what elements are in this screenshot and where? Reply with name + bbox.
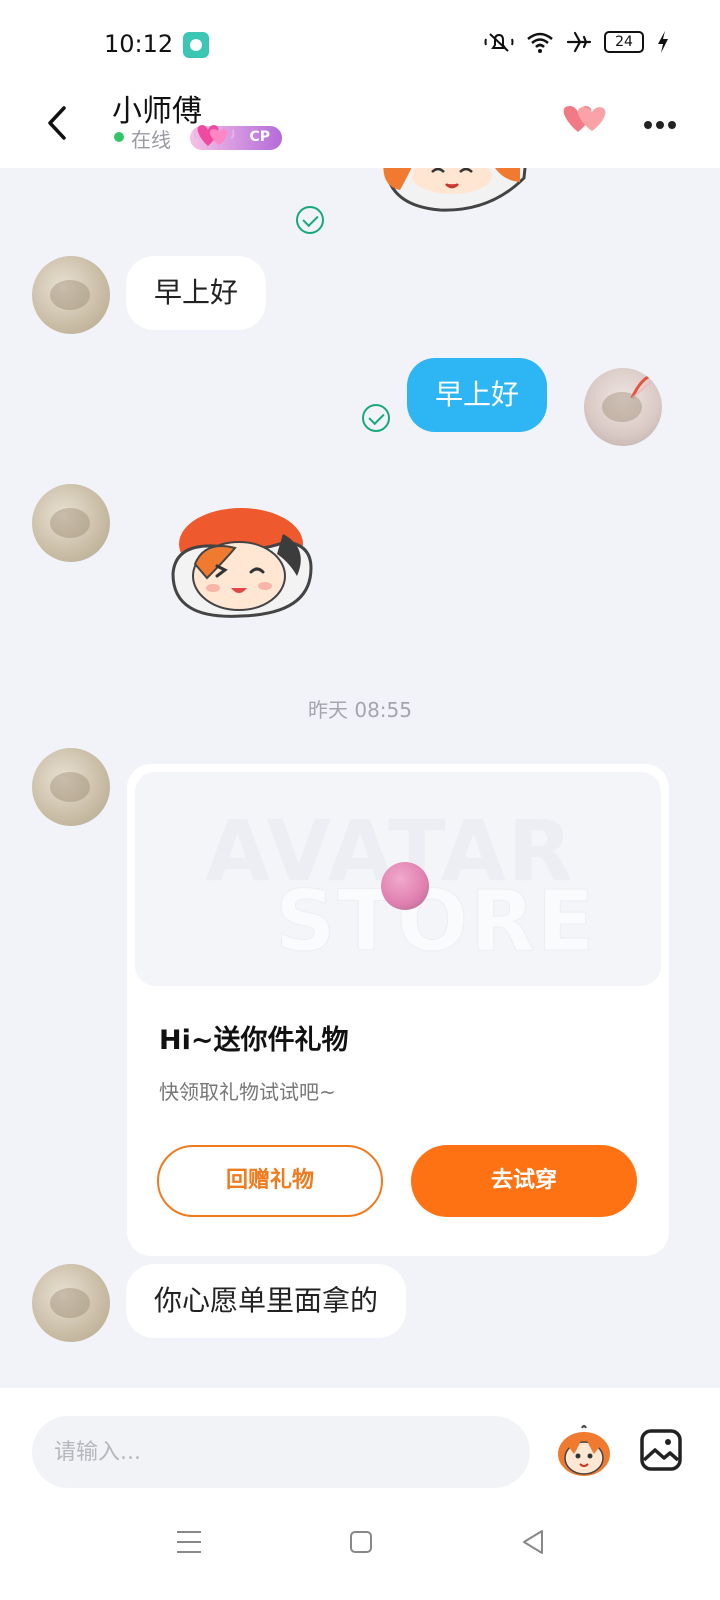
contact-avatar[interactable] bbox=[32, 256, 110, 334]
return-gift-button[interactable]: 回赠礼物 bbox=[157, 1145, 383, 1217]
status-time: 10:12 bbox=[104, 30, 174, 58]
input-bar bbox=[0, 1388, 720, 1508]
message-bubble[interactable]: 你心愿单里面拿的 bbox=[126, 1264, 407, 1338]
cp-heart-icon bbox=[194, 125, 234, 146]
status-icons: 24 bbox=[484, 30, 670, 54]
sticker-message[interactable] bbox=[165, 504, 317, 622]
charging-icon bbox=[658, 31, 668, 53]
message-input[interactable] bbox=[32, 1416, 530, 1488]
image-icon[interactable] bbox=[639, 1428, 683, 1472]
online-status: 在线 bbox=[131, 128, 171, 152]
cupid-bow-icon bbox=[630, 372, 660, 399]
read-check-icon bbox=[362, 404, 390, 432]
gift-card[interactable]: AVATAR STORE Hi~送你件礼物 快领取礼物试试吧~ 回赠礼物 去试穿 bbox=[127, 764, 669, 1256]
self-avatar[interactable] bbox=[584, 368, 662, 446]
status-bar: 10:12 24 bbox=[0, 0, 720, 80]
airplane-icon bbox=[566, 31, 592, 53]
battery-level: 24 bbox=[615, 34, 633, 50]
back-icon[interactable] bbox=[38, 98, 78, 148]
loading-ball-icon bbox=[381, 862, 429, 910]
sticker-partial bbox=[383, 168, 527, 212]
more-icon[interactable] bbox=[644, 114, 684, 130]
contact-avatar[interactable] bbox=[32, 748, 110, 826]
chat-header: 小师傅 在线 CP bbox=[0, 80, 720, 168]
avatar-store-banner: AVATAR STORE bbox=[135, 772, 661, 986]
read-check-icon bbox=[296, 206, 324, 234]
timestamp: 昨天 08:55 bbox=[308, 698, 412, 722]
battery-icon: 24 bbox=[604, 31, 644, 53]
online-indicator bbox=[114, 132, 124, 142]
hearts-icon[interactable] bbox=[560, 100, 610, 140]
try-on-button[interactable]: 去试穿 bbox=[411, 1145, 637, 1217]
wifi-icon bbox=[527, 32, 553, 53]
contact-avatar[interactable] bbox=[32, 484, 110, 562]
chat-area[interactable]: 早上好 早上好 昨天 08:55 AVATAR STORE Hi~送你件礼物 快… bbox=[0, 168, 720, 1388]
system-nav-bar bbox=[0, 1508, 720, 1600]
cp-badge[interactable]: CP bbox=[190, 125, 282, 150]
gift-title: Hi~送你件礼物 bbox=[159, 1025, 349, 1056]
gift-subtitle: 快领取礼物试试吧~ bbox=[159, 1080, 336, 1104]
cp-label: CP bbox=[249, 129, 270, 145]
recent-apps-icon[interactable] bbox=[176, 1530, 202, 1554]
home-icon[interactable] bbox=[349, 1530, 373, 1554]
message-bubble[interactable]: 早上好 bbox=[126, 256, 267, 330]
banner-text-store: STORE bbox=[274, 872, 597, 971]
app-notification-icon bbox=[183, 32, 209, 58]
sticker-mascot-icon[interactable] bbox=[554, 1424, 614, 1480]
nav-back-icon[interactable] bbox=[521, 1528, 545, 1556]
message-bubble-self[interactable]: 早上好 bbox=[407, 358, 548, 432]
mute-icon bbox=[484, 33, 514, 52]
contact-avatar[interactable] bbox=[32, 1264, 110, 1342]
